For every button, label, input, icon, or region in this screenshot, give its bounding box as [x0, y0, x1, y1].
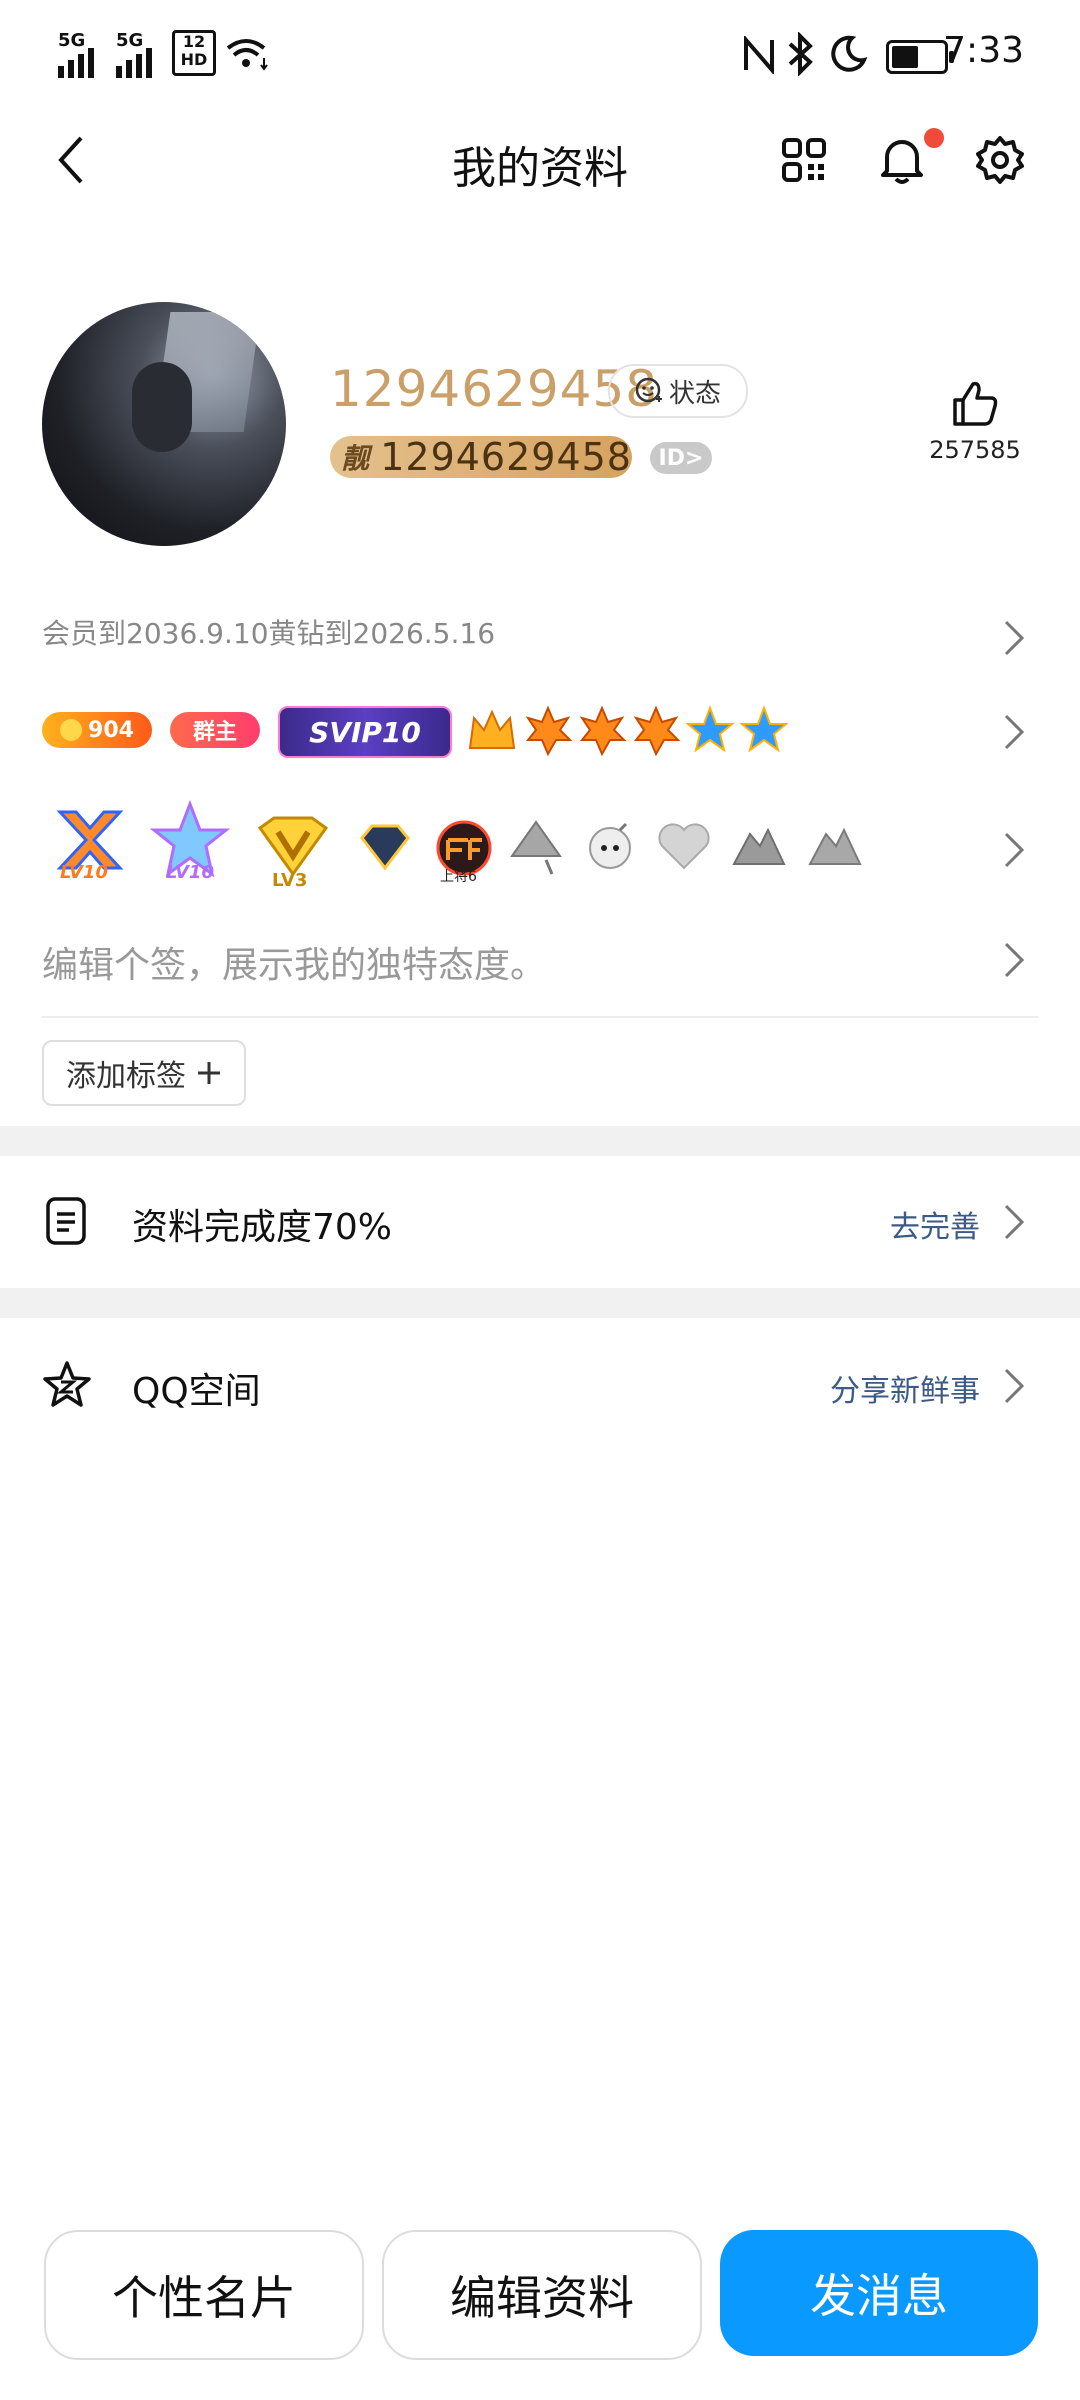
thumbs-up-icon — [953, 381, 998, 426]
hd-top-text: 12 — [182, 32, 206, 51]
vip-expiry-text: 会员到2036.9.10黄钻到2026.5.16 — [42, 617, 496, 650]
section-gap — [0, 1126, 1080, 1156]
chevron-right-icon — [1004, 1204, 1025, 1240]
lv10-label-1: LV10 — [60, 862, 108, 883]
qq-level-icons — [468, 705, 789, 757]
hd-bottom-text: HD — [180, 50, 208, 69]
gray-heart-icon — [658, 823, 710, 870]
section-gap — [0, 1288, 1080, 1318]
wifi-icon — [226, 39, 268, 71]
do-not-disturb-icon — [831, 35, 868, 72]
document-icon — [46, 1197, 86, 1245]
like-button[interactable]: 257585 — [910, 380, 1040, 464]
notifications-button[interactable] — [872, 128, 944, 190]
completion-label: 资料完成度70% — [132, 1207, 393, 1248]
profile-card-button[interactable]: 个性名片 — [44, 2230, 364, 2360]
lv10-label-2: LV10 — [166, 862, 214, 883]
svip-badge: SVIP10 — [278, 706, 452, 758]
qzone-star-icon — [43, 1361, 91, 1407]
send-message-button[interactable]: 发消息 — [720, 2230, 1038, 2356]
settings-button[interactable] — [970, 130, 1030, 190]
top-nav: 我的资料 — [0, 110, 1080, 210]
group-owner-text: 群主 — [192, 720, 237, 745]
notification-dot — [924, 128, 944, 148]
sun-icon — [60, 719, 83, 741]
pretty-tag: 靓 — [341, 442, 370, 475]
clock: 7:33 — [943, 30, 1024, 71]
gray-mountain-icon-2 — [808, 827, 862, 865]
qr-code-icon — [782, 138, 826, 182]
nfc-icon — [744, 36, 774, 74]
chevron-right-icon[interactable] — [1002, 618, 1026, 658]
status-chip[interactable]: 状态 — [608, 364, 748, 418]
rank-label: 上将6 — [440, 869, 477, 885]
add-tag-button[interactable]: 添加标签 — [42, 1040, 246, 1106]
avatar[interactable] — [42, 302, 286, 546]
send-message-label: 发消息 — [810, 2269, 948, 2323]
profile-completion-row[interactable]: 资料完成度70% 去完善 — [0, 1156, 1080, 1286]
signal-icon-2 — [116, 48, 152, 78]
diamond-v-icon — [257, 816, 329, 876]
plus-icon — [198, 1062, 220, 1084]
pretty-number: 1294629458 — [380, 435, 632, 479]
hd-icon: 12 HD — [172, 30, 216, 76]
battery-icon — [886, 40, 954, 74]
svip-text: SVIP10 — [309, 715, 421, 749]
status-bar: 5G 5G 12 HD 7:33 — [0, 0, 1080, 110]
status-chip-label: 状态 — [668, 378, 721, 409]
edit-profile-button[interactable]: 编辑资料 — [382, 2230, 702, 2360]
qzone-link[interactable]: 分享新鲜事 — [830, 1366, 980, 1410]
bell-icon — [881, 140, 923, 184]
gear-icon — [976, 136, 1024, 184]
chevron-right-icon — [1004, 1368, 1025, 1404]
chevron-right-icon[interactable] — [1002, 940, 1026, 980]
pretty-number-badge[interactable]: 靓 1294629458 — [330, 435, 632, 479]
gem-icon — [360, 824, 410, 870]
add-tag-label: 添加标签 — [66, 1059, 186, 1094]
id-badge[interactable]: ID> — [650, 442, 712, 474]
signal-icon — [58, 48, 94, 78]
completion-link[interactable]: 去完善 — [890, 1202, 980, 1246]
level-pill: 904 — [42, 712, 152, 748]
lv3-label: LV3 — [272, 870, 308, 891]
qzone-label: QQ空间 — [132, 1371, 261, 1412]
chevron-right-icon[interactable] — [1002, 830, 1026, 870]
gray-hat-icon — [510, 820, 562, 875]
divider — [42, 1016, 1038, 1018]
qr-code-button[interactable] — [774, 130, 834, 190]
bluetooth-icon — [788, 32, 813, 76]
level-pill-text: 904 — [88, 717, 134, 743]
chevron-right-icon[interactable] — [1002, 712, 1026, 752]
status-smile-icon — [635, 377, 662, 403]
signature-placeholder[interactable]: 编辑个签，展示我的独特态度。 — [42, 936, 546, 988]
gray-mountain-icon-1 — [732, 827, 786, 865]
group-owner-badge: 群主 — [170, 712, 260, 748]
like-count: 257585 — [929, 436, 1021, 464]
qzone-row[interactable]: QQ空间 分享新鲜事 — [0, 1318, 1080, 1448]
profile-card-label: 个性名片 — [112, 2271, 296, 2325]
bomb-face-icon — [589, 822, 631, 869]
edit-profile-label: 编辑资料 — [450, 2271, 634, 2325]
